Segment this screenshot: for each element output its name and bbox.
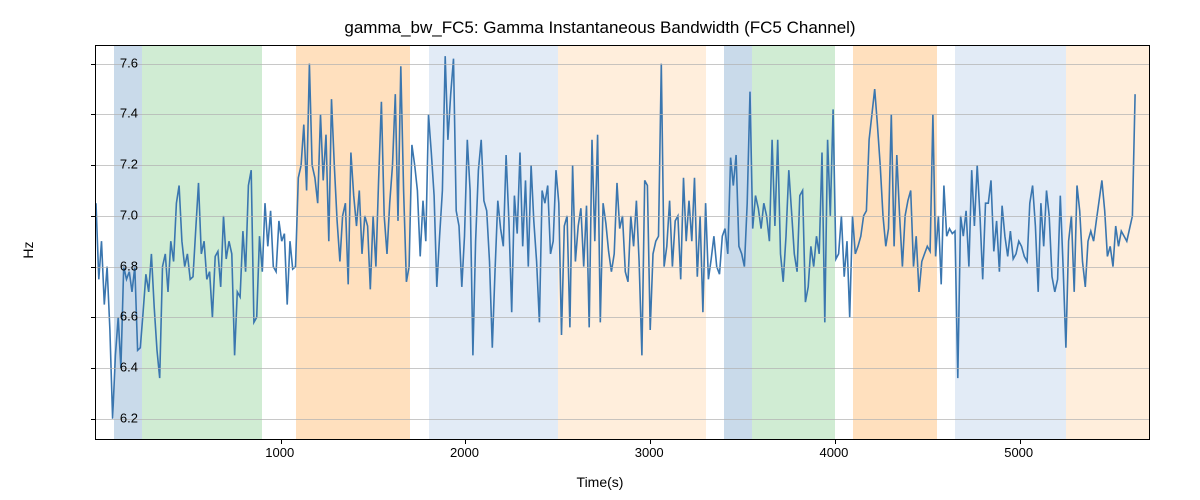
line-series bbox=[96, 46, 1149, 439]
xtick-mark bbox=[835, 439, 836, 444]
ytick-mark bbox=[91, 317, 96, 318]
chart-title: gamma_bw_FC5: Gamma Instantaneous Bandwi… bbox=[0, 18, 1200, 38]
xtick-label: 4000 bbox=[819, 445, 848, 460]
grid-line bbox=[96, 114, 1149, 115]
ytick-label: 7.6 bbox=[98, 55, 138, 70]
grid-line bbox=[96, 317, 1149, 318]
grid-line bbox=[96, 216, 1149, 217]
xtick-mark bbox=[1020, 439, 1021, 444]
ytick-mark bbox=[91, 368, 96, 369]
ytick-mark bbox=[91, 216, 96, 217]
ytick-label: 6.6 bbox=[98, 309, 138, 324]
ytick-mark bbox=[91, 419, 96, 420]
ytick-mark bbox=[91, 165, 96, 166]
xtick-label: 2000 bbox=[450, 445, 479, 460]
plot-area bbox=[95, 45, 1150, 440]
x-axis-label: Time(s) bbox=[0, 474, 1200, 490]
xtick-label: 3000 bbox=[635, 445, 664, 460]
grid-line bbox=[96, 64, 1149, 65]
grid-line bbox=[96, 267, 1149, 268]
ytick-mark bbox=[91, 114, 96, 115]
xtick-mark bbox=[281, 439, 282, 444]
xtick-mark bbox=[465, 439, 466, 444]
xtick-label: 1000 bbox=[265, 445, 294, 460]
ytick-mark bbox=[91, 64, 96, 65]
ytick-label: 6.8 bbox=[98, 258, 138, 273]
xtick-label: 5000 bbox=[1004, 445, 1033, 460]
chart-container: gamma_bw_FC5: Gamma Instantaneous Bandwi… bbox=[0, 0, 1200, 500]
series-line bbox=[96, 56, 1135, 419]
ytick-label: 7.4 bbox=[98, 106, 138, 121]
ytick-label: 7.2 bbox=[98, 157, 138, 172]
grid-line bbox=[96, 368, 1149, 369]
ytick-label: 6.4 bbox=[98, 360, 138, 375]
ytick-label: 6.2 bbox=[98, 410, 138, 425]
grid-line bbox=[96, 419, 1149, 420]
grid-line bbox=[96, 165, 1149, 166]
xtick-mark bbox=[650, 439, 651, 444]
ytick-mark bbox=[91, 267, 96, 268]
ytick-label: 7.0 bbox=[98, 207, 138, 222]
y-axis-label: Hz bbox=[20, 241, 36, 258]
